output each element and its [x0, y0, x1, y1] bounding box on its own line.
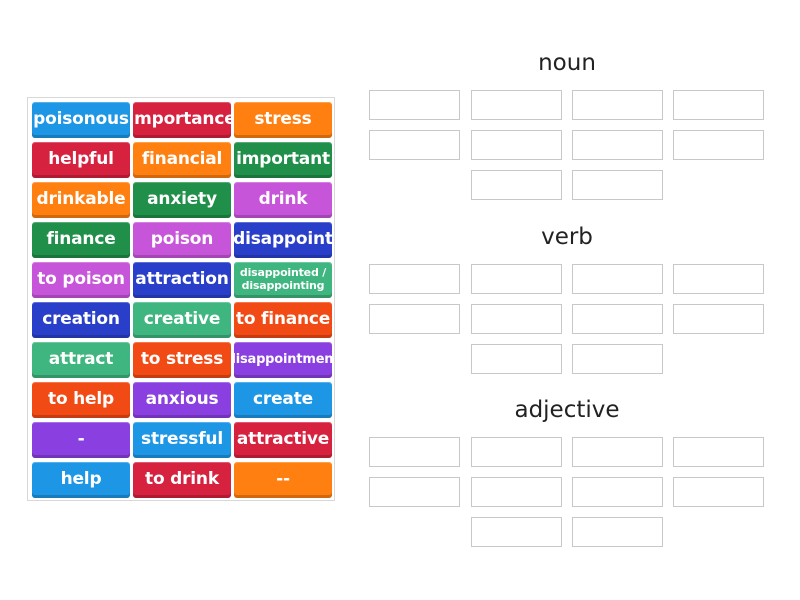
word-tile[interactable]: stressful: [133, 422, 231, 458]
word-tile[interactable]: attract: [32, 342, 130, 378]
drop-slot-verb[interactable]: [369, 304, 460, 334]
word-tile[interactable]: important: [234, 142, 332, 178]
word-tile[interactable]: anxious: [133, 382, 231, 418]
word-tile[interactable]: importance: [133, 102, 231, 138]
drop-slot-verb[interactable]: [471, 264, 562, 294]
word-tile[interactable]: create: [234, 382, 332, 418]
word-tile-label: poison: [150, 229, 214, 250]
word-tile-label: anxious: [145, 389, 219, 410]
word-tile[interactable]: -: [32, 422, 130, 458]
drop-slot-adjective[interactable]: [471, 517, 562, 547]
word-tile[interactable]: finance: [32, 222, 130, 258]
drop-slot-noun[interactable]: [471, 130, 562, 160]
drop-slot-verb[interactable]: [369, 264, 460, 294]
word-tile-label: -: [77, 429, 85, 450]
word-tile-label: to poison: [37, 269, 125, 290]
word-tile-label: stress: [254, 109, 312, 130]
drop-slot-verb[interactable]: [673, 304, 764, 334]
group-title-adjective: adjective: [514, 397, 620, 423]
word-tile[interactable]: financial: [133, 142, 231, 178]
drop-slot-verb[interactable]: [471, 344, 562, 374]
word-tile-label: stressful: [141, 429, 223, 450]
word-tile[interactable]: --: [234, 462, 332, 498]
word-tile-label: anxiety: [147, 189, 217, 210]
group-title-verb: verb: [541, 224, 593, 250]
drop-slot-noun[interactable]: [369, 130, 460, 160]
word-tile[interactable]: poisonous: [32, 102, 130, 138]
drop-slot-adjective[interactable]: [673, 437, 764, 467]
word-tile[interactable]: anxiety: [133, 182, 231, 218]
drop-slot-verb[interactable]: [572, 304, 663, 334]
word-tile[interactable]: stress: [234, 102, 332, 138]
word-tile-label: attraction: [135, 269, 229, 290]
drop-slot-noun[interactable]: [673, 90, 764, 120]
word-tile[interactable]: to stress: [133, 342, 231, 378]
word-tile[interactable]: to poison: [32, 262, 130, 298]
word-tile-label: finance: [46, 229, 116, 250]
word-tile-label: helpful: [48, 149, 114, 170]
word-tile-label: to help: [48, 389, 114, 410]
word-tile[interactable]: help: [32, 462, 130, 498]
drop-slot-adjective[interactable]: [471, 477, 562, 507]
word-tile[interactable]: to help: [32, 382, 130, 418]
word-tile-label: important: [236, 149, 330, 170]
word-tile[interactable]: to drink: [133, 462, 231, 498]
drop-slot-adjective[interactable]: [369, 477, 460, 507]
word-tile-label: drink: [258, 189, 308, 210]
word-tile[interactable]: attractive: [234, 422, 332, 458]
word-tile[interactable]: creative: [133, 302, 231, 338]
word-tile-label: disappointed / disappointing: [239, 266, 327, 292]
drop-slot-noun[interactable]: [471, 90, 562, 120]
word-tile-label: help: [60, 469, 102, 490]
drop-slot-noun[interactable]: [471, 170, 562, 200]
drop-slot-verb[interactable]: [572, 344, 663, 374]
group-title-noun: noun: [538, 50, 596, 76]
word-tile-label: attract: [48, 349, 114, 370]
word-tile-label: financial: [141, 149, 223, 170]
drop-slot-adjective[interactable]: [471, 437, 562, 467]
word-tile-label: creation: [42, 309, 120, 330]
word-tile[interactable]: creation: [32, 302, 130, 338]
word-tile-label: to drink: [145, 469, 219, 490]
word-tile-label: importance: [133, 109, 231, 130]
drop-slot-adjective[interactable]: [572, 477, 663, 507]
drop-slot-verb[interactable]: [572, 264, 663, 294]
word-tile-label: create: [253, 389, 313, 410]
drop-slot-verb[interactable]: [471, 304, 562, 334]
word-tile[interactable]: disappointment: [234, 342, 332, 378]
drop-slot-noun[interactable]: [572, 170, 663, 200]
word-tile-label: --: [276, 469, 290, 490]
drop-slot-verb[interactable]: [673, 264, 764, 294]
drop-slot-noun[interactable]: [572, 90, 663, 120]
word-tile[interactable]: disappoint: [234, 222, 332, 258]
word-tile[interactable]: drink: [234, 182, 332, 218]
word-tile-label: to stress: [140, 349, 224, 370]
word-tile[interactable]: attraction: [133, 262, 231, 298]
word-tile[interactable]: disappointed / disappointing: [234, 262, 332, 298]
word-tile[interactable]: to finance: [234, 302, 332, 338]
drop-slot-adjective[interactable]: [673, 477, 764, 507]
word-tile-label: poisonous: [33, 109, 129, 130]
word-tile-label: creative: [143, 309, 221, 330]
drop-slot-noun[interactable]: [673, 130, 764, 160]
drop-slot-adjective[interactable]: [572, 437, 663, 467]
word-tile[interactable]: drinkable: [32, 182, 130, 218]
word-tile-label: drinkable: [36, 189, 126, 210]
word-tile[interactable]: helpful: [32, 142, 130, 178]
word-tile-label: attractive: [236, 429, 330, 450]
drop-slot-noun[interactable]: [572, 130, 663, 160]
word-tile-label: to finance: [235, 309, 331, 330]
word-tile-label: disappoint: [234, 229, 332, 250]
word-tile[interactable]: poison: [133, 222, 231, 258]
drop-slot-noun[interactable]: [369, 90, 460, 120]
drop-slot-adjective[interactable]: [369, 437, 460, 467]
word-tile-label: disappointment: [234, 352, 332, 368]
word-tile-panel: poisonous importance stress helpful financia…: [27, 97, 335, 501]
drop-slot-adjective[interactable]: [572, 517, 663, 547]
